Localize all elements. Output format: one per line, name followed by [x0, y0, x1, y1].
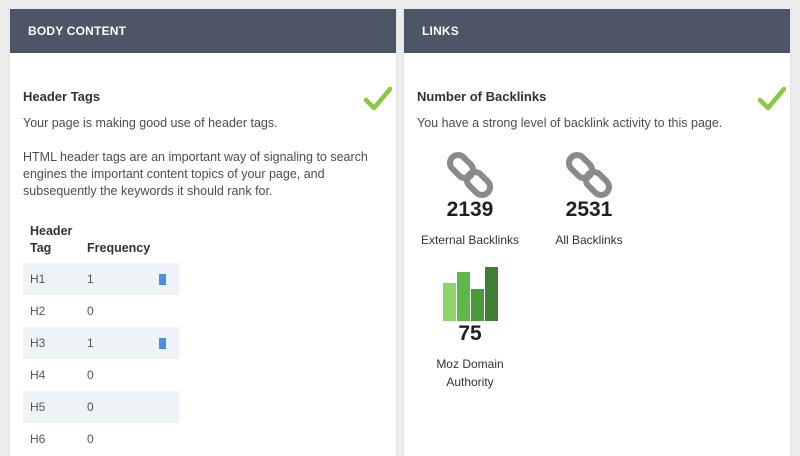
all-backlinks-stat: 2531 All Backlinks	[534, 147, 644, 249]
tag-cell: H6	[30, 432, 46, 446]
tag-cell: H3	[23, 327, 80, 359]
all-backlinks-label: All Backlinks	[555, 233, 623, 247]
table-row: H4 0	[23, 359, 179, 391]
col-frequency: Frequency	[87, 241, 151, 255]
freq-cell: 0	[87, 304, 94, 318]
header-tags-summary: Your page is making good use of header t…	[23, 116, 278, 130]
freq-cell: 1	[80, 327, 152, 359]
col-header-tag: Header Tag	[30, 224, 73, 255]
freq-cell: 0	[87, 368, 94, 382]
body-content-header: BODY CONTENT	[10, 9, 396, 53]
header-tags-table: Header Tag Frequency H1 1 H2 0 H3 1 H4 0…	[23, 223, 179, 455]
table-row: H3 1	[23, 327, 179, 359]
tag-cell: H1	[23, 263, 80, 295]
moz-domain-authority-stat: 75 Moz Domain Authority	[415, 267, 525, 391]
table-row: H5 0	[23, 391, 179, 423]
all-backlinks-count: 2531	[565, 198, 613, 221]
frequency-bar	[159, 338, 166, 350]
freq-cell: 0	[87, 432, 94, 446]
freq-cell: 0	[80, 391, 152, 423]
check-icon	[364, 86, 392, 111]
tag-cell: H5	[23, 391, 80, 423]
body-content-panel: BODY CONTENT Header Tags Your page is ma…	[9, 9, 397, 456]
moz-da-label: Moz Domain Authority	[436, 357, 504, 389]
header-tags-title: Header Tags	[23, 89, 101, 104]
chain-link-icon	[446, 151, 494, 199]
links-header: LINKS	[404, 9, 790, 53]
table-row: H2 0	[23, 295, 179, 327]
frequency-bar	[159, 274, 166, 286]
table-row: H1 1	[23, 263, 179, 295]
header-tags-description: HTML header tags are an important way of…	[23, 150, 368, 198]
backlinks-summary: You have a strong level of backlink acti…	[417, 116, 723, 130]
chain-link-icon	[565, 151, 613, 199]
external-backlinks-count: 2139	[446, 198, 494, 221]
table-row: H6 0	[23, 423, 179, 455]
tag-cell: H2	[30, 304, 46, 318]
external-backlinks-stat: 2139 External Backlinks	[415, 147, 525, 249]
freq-cell: 1	[80, 263, 152, 295]
check-icon	[758, 86, 786, 111]
backlinks-title: Number of Backlinks	[417, 89, 547, 104]
tag-cell: H4	[30, 368, 46, 382]
external-backlinks-label: External Backlinks	[420, 233, 520, 247]
bar-graph-icon	[443, 267, 498, 321]
moz-da-value: 75	[458, 322, 482, 345]
links-panel: LINKS Number of Backlinks You have a str…	[403, 9, 791, 456]
